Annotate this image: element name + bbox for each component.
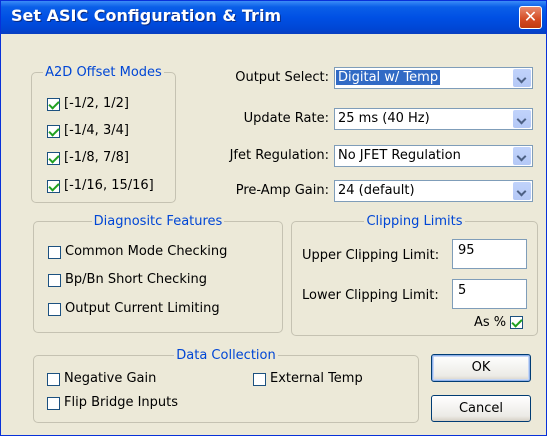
common-mode-checkbox[interactable] xyxy=(48,246,61,259)
offset-mode-3-label: [-1/8, 7/8] xyxy=(64,150,129,165)
bp-bn-short-checkbox[interactable] xyxy=(48,274,61,287)
jfet-regulation-dropdown[interactable]: No JFET Regulation xyxy=(334,145,533,167)
update-rate-label: Update Rate: xyxy=(243,111,329,126)
flip-bridge-label: Flip Bridge Inputs xyxy=(64,395,179,410)
lower-clipping-label: Lower Clipping Limit: xyxy=(302,288,439,303)
output-current-checkbox[interactable] xyxy=(48,303,61,316)
offset-mode-1-label: [-1/2, 1/2] xyxy=(64,96,129,111)
output-select-dropdown[interactable]: Digital w/ Temp xyxy=(334,67,533,89)
jfet-regulation-label: Jfet Regulation: xyxy=(229,148,329,163)
a2d-offset-modes-legend: A2D Offset Modes xyxy=(45,65,162,80)
diagnostic-features-legend: Diagnositc Features xyxy=(93,214,223,229)
offset-mode-4-label: [-1/16, 15/16] xyxy=(64,178,154,193)
negative-gain-checkbox[interactable] xyxy=(47,373,60,386)
offset-mode-1-checkbox[interactable] xyxy=(47,98,60,111)
output-select-value: Digital w/ Temp xyxy=(336,70,441,85)
preamp-gain-value: 24 (default) xyxy=(338,183,415,198)
chevron-down-icon[interactable] xyxy=(513,182,531,200)
flip-bridge-checkbox[interactable] xyxy=(47,397,60,410)
preamp-gain-label: Pre-Amp Gain: xyxy=(235,183,329,198)
close-button[interactable]: ✕ xyxy=(519,6,542,29)
lower-clipping-value: 5 xyxy=(458,283,467,298)
upper-clipping-input[interactable]: 95 xyxy=(452,239,527,269)
upper-clipping-value: 95 xyxy=(458,243,475,258)
chevron-down-icon[interactable] xyxy=(513,147,531,165)
as-percent-label: As % xyxy=(474,315,507,330)
external-temp-checkbox[interactable] xyxy=(253,373,266,386)
offset-mode-2-label: [-1/4, 3/4] xyxy=(64,123,129,138)
chevron-down-icon[interactable] xyxy=(513,69,531,87)
output-select-label: Output Select: xyxy=(235,70,329,85)
output-current-label: Output Current Limiting xyxy=(65,301,220,316)
update-rate-value: 25 ms (40 Hz) xyxy=(338,111,430,126)
upper-clipping-label: Upper Clipping Limit: xyxy=(302,248,440,263)
cancel-button[interactable]: Cancel xyxy=(431,395,531,422)
preamp-gain-dropdown[interactable]: 24 (default) xyxy=(334,180,533,202)
offset-mode-4-checkbox[interactable] xyxy=(47,180,60,193)
chevron-down-icon[interactable] xyxy=(513,110,531,128)
title-bar[interactable]: Set ASIC Configuration & Trim ✕ xyxy=(1,1,546,34)
negative-gain-label: Negative Gain xyxy=(64,371,157,386)
bp-bn-short-label: Bp/Bn Short Checking xyxy=(65,272,207,287)
update-rate-dropdown[interactable]: 25 ms (40 Hz) xyxy=(334,108,533,130)
close-icon: ✕ xyxy=(523,7,538,26)
data-collection-legend: Data Collection xyxy=(176,348,276,363)
lower-clipping-input[interactable]: 5 xyxy=(452,279,527,309)
ok-button[interactable]: OK xyxy=(431,354,531,382)
window-title: Set ASIC Configuration & Trim xyxy=(11,6,282,25)
common-mode-label: Common Mode Checking xyxy=(65,244,228,259)
as-percent-checkbox[interactable] xyxy=(510,316,523,329)
external-temp-label: External Temp xyxy=(270,371,363,386)
offset-mode-2-checkbox[interactable] xyxy=(47,125,60,138)
offset-mode-3-checkbox[interactable] xyxy=(47,152,60,165)
clipping-limits-legend: Clipping Limits xyxy=(366,214,463,229)
jfet-regulation-value: No JFET Regulation xyxy=(338,148,461,163)
dialog-window: Set ASIC Configuration & Trim ✕ A2D Offs… xyxy=(0,0,547,436)
